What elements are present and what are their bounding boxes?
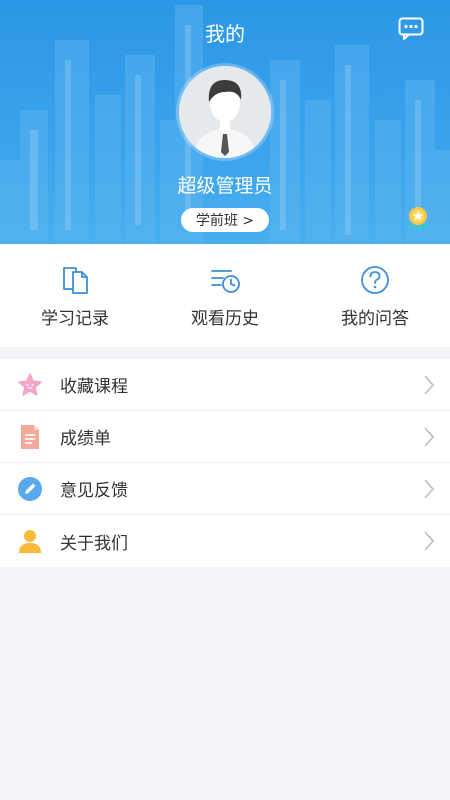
quick-action-label: 学习记录	[41, 309, 109, 329]
chevron-right-icon	[424, 426, 435, 447]
menu-item-label: 收藏课程	[60, 377, 128, 397]
menu-item-feedback[interactable]: 意见反馈	[0, 463, 450, 515]
menu-item-label: 关于我们	[60, 533, 128, 554]
star-icon	[18, 372, 42, 396]
chevron-right-icon	[424, 374, 435, 395]
quick-action-label: 我的问答	[341, 309, 409, 329]
history-list-icon	[211, 270, 240, 293]
profile-header: 我的 超级管理员 学前班 >	[0, 0, 450, 244]
avatar-person-icon	[179, 66, 271, 158]
avatar[interactable]	[179, 66, 271, 158]
pencil-icon	[18, 476, 42, 501]
quick-action-study-record[interactable]: 学习记录	[0, 244, 150, 347]
page-title: 我的	[205, 22, 245, 46]
document-copy-icon	[63, 267, 88, 294]
report-icon	[21, 424, 39, 449]
chevron-right-icon	[424, 478, 435, 499]
menu-item-label: 意见反馈	[60, 481, 128, 501]
menu-item-label: 成绩单	[60, 429, 111, 449]
menu-item-favorite-courses[interactable]: 收藏课程	[0, 359, 450, 411]
quick-action-label: 观看历史	[191, 309, 259, 329]
quick-actions-bar: 学习记录 观看历史 我的问答	[0, 244, 450, 347]
username: 超级管理员	[177, 175, 273, 197]
quick-action-my-qa[interactable]: 我的问答	[300, 244, 450, 347]
menu-item-transcript[interactable]: 成绩单	[0, 411, 450, 463]
settings-menu: 收藏课程 成绩单 意见反馈 关于我们	[0, 359, 450, 567]
menu-item-about-us[interactable]: 关于我们	[0, 515, 450, 567]
question-circle-icon	[361, 266, 389, 294]
class-selector-button[interactable]: 学前班 >	[181, 208, 269, 232]
chevron-right-icon	[424, 531, 435, 551]
person-icon	[19, 530, 41, 553]
quick-action-watch-history[interactable]: 观看历史	[150, 244, 300, 347]
medal-icon[interactable]	[405, 205, 431, 233]
message-icon[interactable]	[398, 17, 424, 41]
